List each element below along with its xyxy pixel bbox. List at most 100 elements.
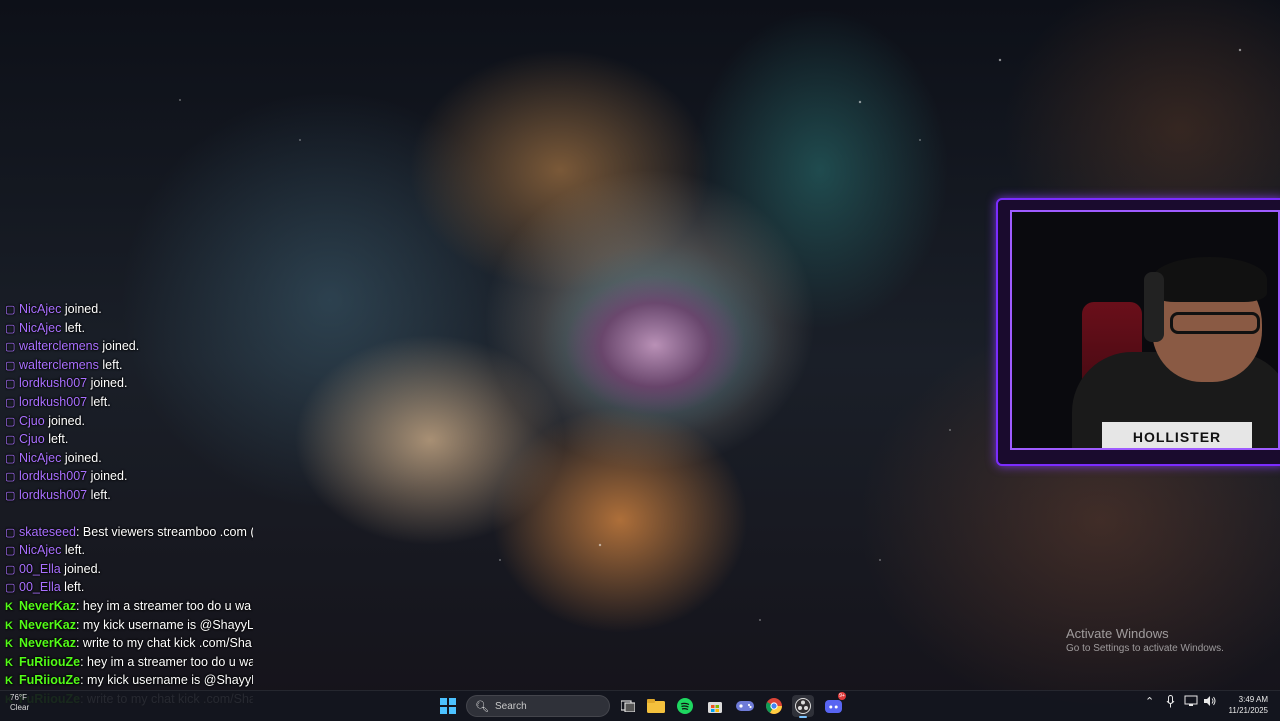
microphone-icon[interactable] [1166,695,1175,711]
chat-username[interactable]: NeverKaz [19,618,76,632]
twitch-chat-icon: ▢ [5,489,16,502]
chat-message: ▢ lordkush007 joined. [5,467,253,486]
search-placeholder: Search [494,700,527,712]
activate-subtitle: Go to Settings to activate Windows. [1066,643,1224,654]
volume-icon[interactable] [1203,695,1217,710]
chat-message: K NeverKaz: hey im a streamer too do u wa [5,597,253,616]
chat-text: left. [87,487,111,502]
chat-text: left. [61,543,85,558]
chat-username[interactable]: lordkush007 [19,488,87,502]
clock-time: 3:49 AM [1238,695,1268,704]
active-app-indicator [799,716,807,718]
file-explorer-icon[interactable] [645,695,667,717]
chat-username[interactable]: 00_Ella [19,562,61,576]
discord-notification-badge: 9+ [838,692,846,700]
game-controller-icon[interactable] [734,695,756,717]
weather-label: Clear [10,703,30,712]
chat-text: left. [44,432,69,447]
chat-username[interactable]: Cjuo [19,432,45,446]
spotify-icon[interactable] [674,695,696,717]
search-input[interactable]: 🔍︎ Search [466,695,610,717]
twitch-chat-icon: ▢ [5,396,16,409]
chat-message: ▢ lordkush007 joined. [5,374,253,393]
twitch-chat-icon: ▢ [5,359,16,372]
chat-username[interactable]: 00_Ella [19,580,61,594]
chat-message: ▢ NicAjec joined. [5,300,253,319]
weather-temp: 76°F [10,693,27,702]
chat-text: : hey im a streamer too do u wa [75,598,252,613]
network-icon[interactable] [1184,695,1198,710]
chat-text: joined. [61,450,102,465]
chat-text: left. [61,320,85,335]
chat-text: left. [87,394,111,409]
chat-text: : my kick username is @ShayyLo [80,673,253,688]
twitch-chat-icon: ▢ [5,582,16,595]
chat-text: joined. [61,302,102,316]
twitch-chat-icon: ▢ [5,434,16,447]
chat-message: ▢ NicAjec joined. [5,449,253,468]
chat-message: ▢ walterclemens joined. [5,337,253,356]
chevron-up-icon[interactable]: ⌃ [1145,695,1154,708]
microsoft-store-icon[interactable] [704,695,726,717]
kick-chat-icon: K [5,675,13,688]
chat-message: K FuRiiouZe: hey im a streamer too do u w… [5,653,253,672]
chat-username[interactable]: walterclemens [19,358,99,372]
chat-username[interactable]: FuRiiouZe [19,673,80,687]
chat-text: left. [98,357,123,372]
chat-username[interactable]: walterclemens [19,339,99,353]
chat-message: ▢ walterclemens left. [5,356,253,375]
chat-username[interactable]: skateseed [19,525,76,539]
chat-username[interactable]: FuRiiouZe [19,655,80,669]
chat-text: joined. [87,469,128,484]
chat-message: ▢ NicAjec left. [5,319,253,338]
chat-message: ▢ skateseed: Best viewers streamboo .com … [5,523,253,542]
chat-text: left. [60,580,85,595]
chat-message: ▢ Cjuo left. [5,430,253,449]
glasses [1170,312,1260,334]
chat-group-messages: ▢ skateseed: Best viewers streamboo .com … [5,523,253,709]
chat-message: K FuRiiouZe: my kick username is @ShayyLo [5,671,253,690]
task-view-icon[interactable] [617,695,639,717]
chat-message: K NeverKaz: write to my chat kick .com/Sh… [5,634,253,653]
activate-title: Activate Windows [1066,626,1169,641]
search-icon: 🔍︎ [475,700,489,713]
chat-text: : Best viewers streamboo .com ( [75,524,253,539]
headset [1144,272,1164,342]
chat-text: joined. [98,339,140,354]
twitch-chat-icon: ▢ [5,304,16,316]
chat-username[interactable]: Cjuo [19,414,45,428]
chat-message: ▢ Cjuo joined. [5,412,253,431]
chat-text: : hey im a streamer too do u wa [80,654,253,669]
chat-username[interactable]: lordkush007 [19,376,87,390]
start-icon[interactable] [437,695,459,717]
clock-date: 11/21/2025 [1228,706,1268,715]
obs-icon[interactable] [792,695,814,717]
chat-username[interactable]: NicAjec [19,451,61,465]
kick-chat-icon: K [5,600,13,613]
chat-username[interactable]: NicAjec [19,321,61,335]
chat-message: ▢ lordkush007 left. [5,393,253,412]
chat-username[interactable]: NicAjec [19,302,61,316]
twitch-chat-icon: ▢ [5,545,16,558]
twitch-chat-icon: ▢ [5,415,16,428]
chat-gap [5,505,253,523]
chat-overlay: ▢ NicAjec joined. ▢ NicAjec left. ▢ waltercle… [5,300,253,708]
chat-username[interactable]: NicAjec [19,543,61,557]
chat-username[interactable]: NeverKaz [19,599,76,613]
kick-chat-icon: K [5,638,13,651]
twitch-chat-icon: ▢ [5,341,16,354]
system-clock[interactable]: 3:49 AM 11/21/2025 [1229,694,1268,716]
shirt-logo: HOLLISTER [1102,422,1252,448]
chat-username[interactable]: lordkush007 [19,395,87,409]
chat-username[interactable]: lordkush007 [19,469,87,483]
twitch-chat-icon: ▢ [5,322,16,335]
kick-chat-icon: K [5,619,13,632]
chat-text: joined. [44,413,86,428]
kick-chat-icon: K [5,656,13,669]
chat-message: ▢ 00_Ella joined. [5,560,253,579]
chat-username[interactable]: NeverKaz [19,636,76,650]
twitch-chat-icon: ▢ [5,471,16,484]
twitch-chat-icon: ▢ [5,452,16,465]
weather-widget[interactable]: 76°F Clear [10,693,29,713]
chrome-icon[interactable] [763,695,785,717]
